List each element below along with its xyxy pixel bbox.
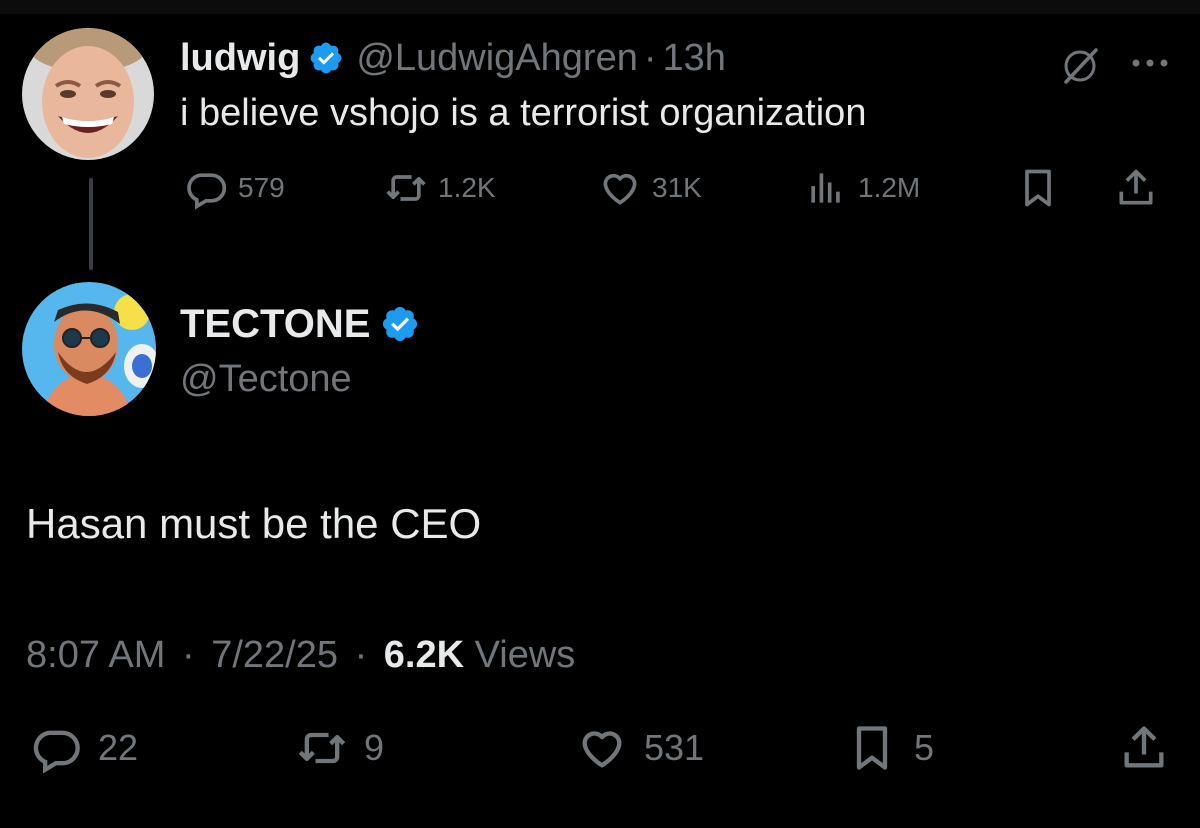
repost-icon bbox=[298, 732, 346, 764]
parent-tweet-time[interactable]: 13h bbox=[663, 37, 726, 80]
reply-icon bbox=[187, 173, 227, 210]
share-button[interactable] bbox=[1118, 722, 1170, 774]
share-icon bbox=[1119, 169, 1153, 205]
views-count: 6.2K bbox=[383, 634, 465, 676]
repost-button[interactable]: 9 bbox=[296, 722, 384, 774]
reply-button[interactable]: 22 bbox=[30, 722, 138, 774]
grok-icon[interactable] bbox=[1058, 44, 1102, 88]
parent-tweet-header: ludwig @LudwigAhgren · 13h bbox=[180, 32, 726, 84]
top-status-strip bbox=[0, 0, 1200, 14]
separator-dot: · bbox=[354, 634, 368, 676]
avatar-image bbox=[22, 282, 156, 416]
tectone-avatar[interactable] bbox=[22, 282, 156, 416]
main-tweet-author: TECTONE bbox=[180, 298, 420, 350]
heart-icon bbox=[582, 731, 622, 768]
tweet-metadata: 8:07 AM · 7/22/25 · 6.2K Views bbox=[26, 634, 575, 677]
share-icon bbox=[1124, 726, 1164, 768]
reply-count: 22 bbox=[98, 727, 139, 768]
views-label: Views bbox=[474, 634, 576, 676]
parent-like-button[interactable]: 31K bbox=[598, 166, 702, 210]
parent-like-count: 31K bbox=[652, 172, 702, 203]
bookmark-button[interactable]: 5 bbox=[846, 722, 934, 774]
parent-author-name[interactable]: ludwig bbox=[180, 37, 300, 80]
avatar-image bbox=[22, 28, 154, 160]
bookmark-icon bbox=[856, 726, 888, 770]
timestamp-time[interactable]: 8:07 AM bbox=[26, 634, 165, 676]
parent-views-button[interactable]: 1.2M bbox=[804, 166, 920, 210]
like-button[interactable]: 531 bbox=[576, 722, 704, 774]
parent-share-button[interactable] bbox=[1114, 166, 1158, 210]
reply-icon bbox=[33, 730, 80, 774]
verified-badge-icon bbox=[380, 304, 420, 344]
repost-icon bbox=[386, 175, 426, 201]
main-author-handle[interactable]: @Tectone bbox=[180, 358, 352, 401]
parent-tweet-text: i believe vshojo is a terrorist organiza… bbox=[180, 92, 867, 134]
thread-connector-line bbox=[89, 178, 93, 270]
verified-badge-icon bbox=[308, 40, 344, 76]
more-options-icon[interactable] bbox=[1128, 48, 1172, 78]
separator-dot: · bbox=[181, 634, 195, 676]
ludwig-avatar[interactable] bbox=[22, 28, 154, 160]
bookmark-count: 5 bbox=[914, 727, 935, 768]
main-author-name[interactable]: TECTONE bbox=[180, 302, 370, 347]
repost-count: 9 bbox=[364, 727, 385, 768]
main-tweet-text: Hasan must be the CEO bbox=[26, 500, 482, 547]
heart-icon bbox=[603, 173, 637, 205]
parent-bookmark-button[interactable] bbox=[1016, 166, 1060, 210]
parent-author-handle[interactable]: @LudwigAhgren bbox=[356, 37, 638, 80]
separator-dot: · bbox=[643, 36, 657, 79]
parent-reply-button[interactable]: 579 bbox=[184, 166, 285, 210]
parent-view-count: 1.2M bbox=[858, 172, 921, 203]
parent-repost-count: 1.2K bbox=[438, 172, 496, 203]
parent-reply-count: 579 bbox=[238, 172, 285, 203]
parent-repost-button[interactable]: 1.2K bbox=[384, 166, 496, 210]
timestamp-date[interactable]: 7/22/25 bbox=[211, 634, 338, 676]
like-count: 531 bbox=[644, 727, 705, 768]
analytics-icon bbox=[811, 173, 840, 203]
bookmark-icon bbox=[1025, 169, 1051, 207]
